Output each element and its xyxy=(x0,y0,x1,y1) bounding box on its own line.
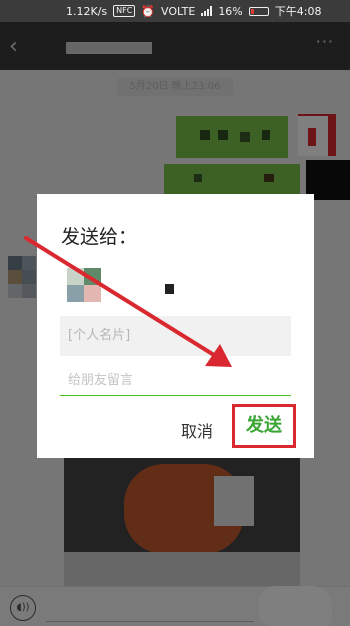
battery-percent: 16% xyxy=(218,4,243,18)
recipient-name-redacted xyxy=(165,284,174,294)
dialog-title: 发送给： xyxy=(61,226,138,248)
recipient-avatar xyxy=(67,268,101,302)
clock: 下午4:08 xyxy=(274,5,322,18)
send-to-dialog: 发送给： [个人名片] 取消 发送 xyxy=(37,194,314,458)
message-input[interactable] xyxy=(60,366,291,396)
battery-icon xyxy=(248,6,269,16)
card-preview: [个人名片] xyxy=(60,316,291,356)
volte-indicator: VOLTE xyxy=(161,4,196,18)
send-button[interactable]: 发送 xyxy=(232,404,296,448)
status-bar: 1.12K/s NFC ⏰ VOLTE 16% 下午4:08 xyxy=(0,0,350,22)
cancel-button[interactable]: 取消 xyxy=(181,418,213,442)
alarm-icon: ⏰ xyxy=(141,4,156,18)
signal-icon xyxy=(201,6,213,16)
nfc-icon: NFC xyxy=(113,5,136,17)
network-speed: 1.12K/s xyxy=(66,4,108,18)
